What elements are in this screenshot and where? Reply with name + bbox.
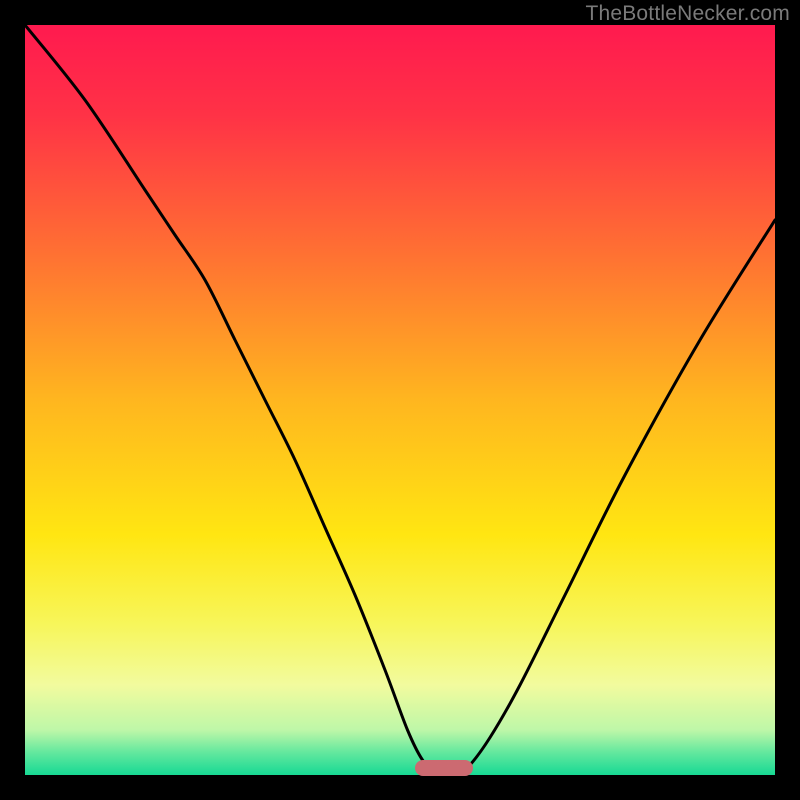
bottleneck-curve (25, 25, 775, 775)
watermark-text: TheBottleNecker.com (585, 2, 790, 26)
plot-area (25, 25, 775, 775)
chart-frame: TheBottleNecker.com (0, 0, 800, 800)
optimal-marker (415, 760, 473, 776)
